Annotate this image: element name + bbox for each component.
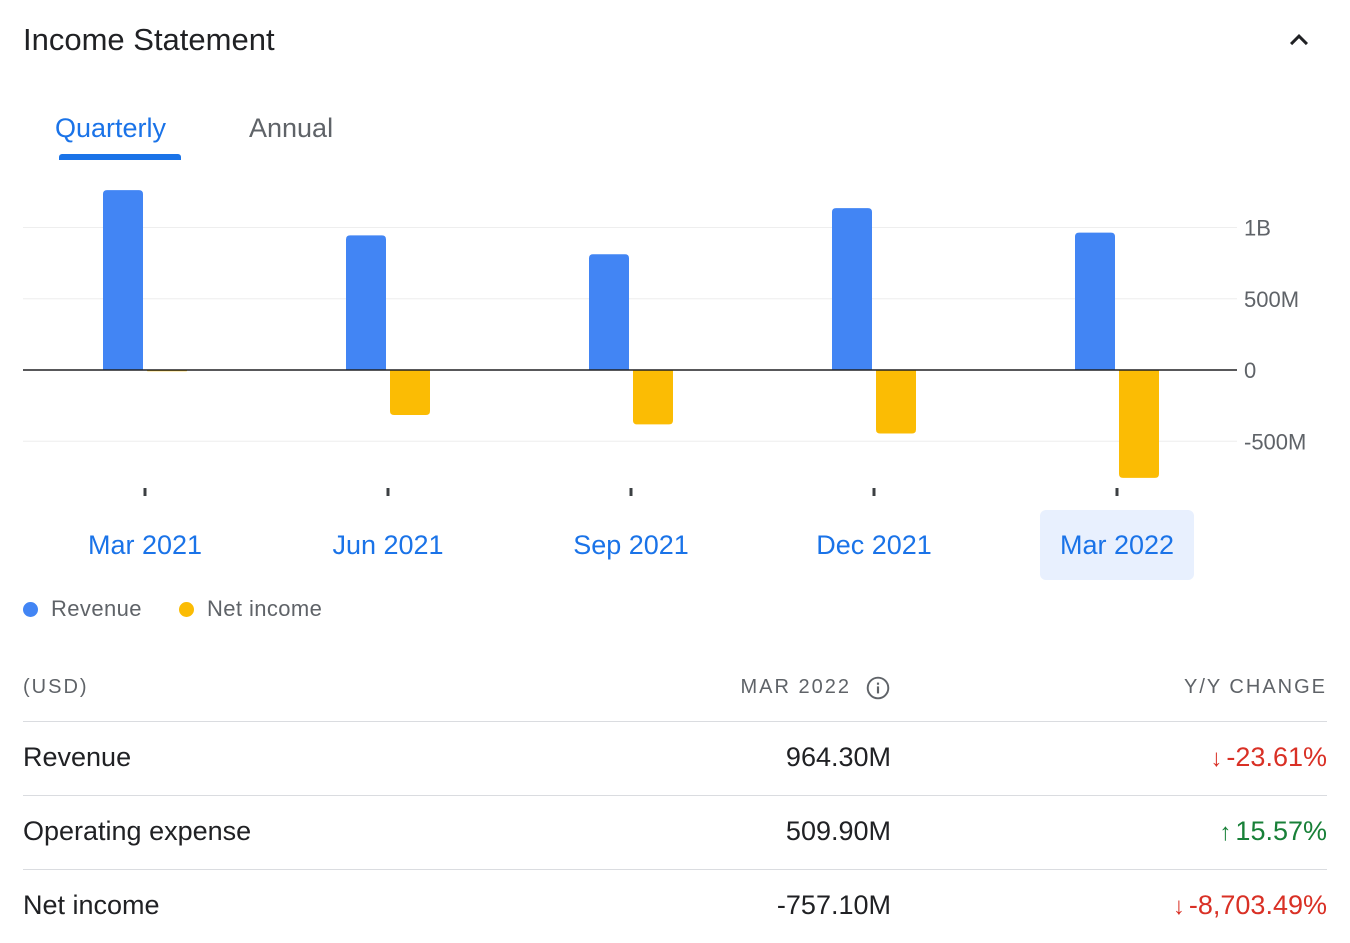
income-chart: 1B 500M 0 -500M [23, 190, 1306, 496]
row-change-value: -8,703.49% [1188, 890, 1327, 920]
period-header: MAR 2022 [740, 676, 851, 698]
row-value: 509.90M [785, 816, 891, 846]
legend-label: Revenue [51, 596, 142, 621]
row-label: Net income [23, 890, 160, 920]
arrow-down-icon: ↓ [1210, 745, 1223, 772]
net-income-dot-icon [179, 602, 194, 617]
quarter-label[interactable]: Jun 2021 [311, 510, 465, 580]
y-tick-label: 0 [1244, 358, 1256, 383]
tab-annual[interactable]: Annual [249, 106, 333, 150]
collapse-button[interactable] [1281, 22, 1317, 58]
row-change: ↑ 15.57% [1219, 816, 1327, 847]
y-tick-label: 1B [1244, 216, 1271, 241]
tab-quarterly[interactable]: Quarterly [55, 106, 166, 150]
y-tick-label: -500M [1244, 429, 1306, 454]
income-table: (USD) MAR 2022 Y/Y CHANGE Revenue 964.30… [23, 664, 1327, 943]
revenue-bar[interactable] [589, 254, 629, 370]
row-label: Revenue [23, 742, 132, 772]
section-title: Income Statement [23, 22, 275, 57]
quarter-label[interactable]: Mar 2022 [1040, 510, 1194, 580]
table-row: Operating expense 509.90M ↑ 15.57% [23, 796, 1327, 870]
unit-header: (USD) [23, 676, 89, 698]
quarter-label[interactable]: Sep 2021 [554, 510, 708, 580]
table-row: Revenue 964.30M ↓ -23.61% [23, 722, 1327, 796]
info-icon[interactable] [865, 675, 891, 701]
row-change: ↓ -23.61% [1210, 742, 1327, 773]
active-tab-indicator [59, 154, 181, 160]
table-header: (USD) MAR 2022 Y/Y CHANGE [23, 664, 1327, 722]
net-income-bar[interactable] [876, 370, 916, 434]
net-income-bar[interactable] [390, 370, 430, 416]
revenue-bar[interactable] [346, 235, 386, 370]
revenue-dot-icon [23, 602, 38, 617]
y-tick-label: 500M [1244, 287, 1299, 312]
quarter-label[interactable]: Mar 2021 [68, 510, 222, 580]
revenue-bar[interactable] [103, 190, 143, 370]
income-statement-header: Income Statement [23, 20, 1327, 64]
quarter-label[interactable]: Dec 2021 [797, 510, 951, 580]
row-change-value: 15.57% [1235, 816, 1327, 846]
net-income-bar[interactable] [1119, 370, 1159, 478]
table-row: Net income -757.10M ↓ -8,703.49% [23, 870, 1327, 943]
arrow-down-icon: ↓ [1172, 893, 1185, 920]
revenue-bar[interactable] [832, 208, 872, 370]
chevron-up-icon [1290, 34, 1308, 46]
row-change: ↓ -8,703.49% [1173, 890, 1327, 921]
arrow-up-icon: ↑ [1219, 819, 1232, 846]
row-label: Operating expense [23, 816, 252, 846]
legend-label: Net income [207, 596, 323, 621]
change-header: Y/Y CHANGE [1184, 676, 1327, 698]
legend-item-net-income: Net income [179, 592, 322, 626]
legend-item-revenue: Revenue [23, 592, 142, 626]
revenue-bar[interactable] [1075, 232, 1115, 370]
row-value: -757.10M [776, 890, 891, 920]
net-income-bar[interactable] [633, 370, 673, 425]
row-change-value: -23.61% [1226, 742, 1327, 772]
row-value: 964.30M [785, 742, 891, 772]
